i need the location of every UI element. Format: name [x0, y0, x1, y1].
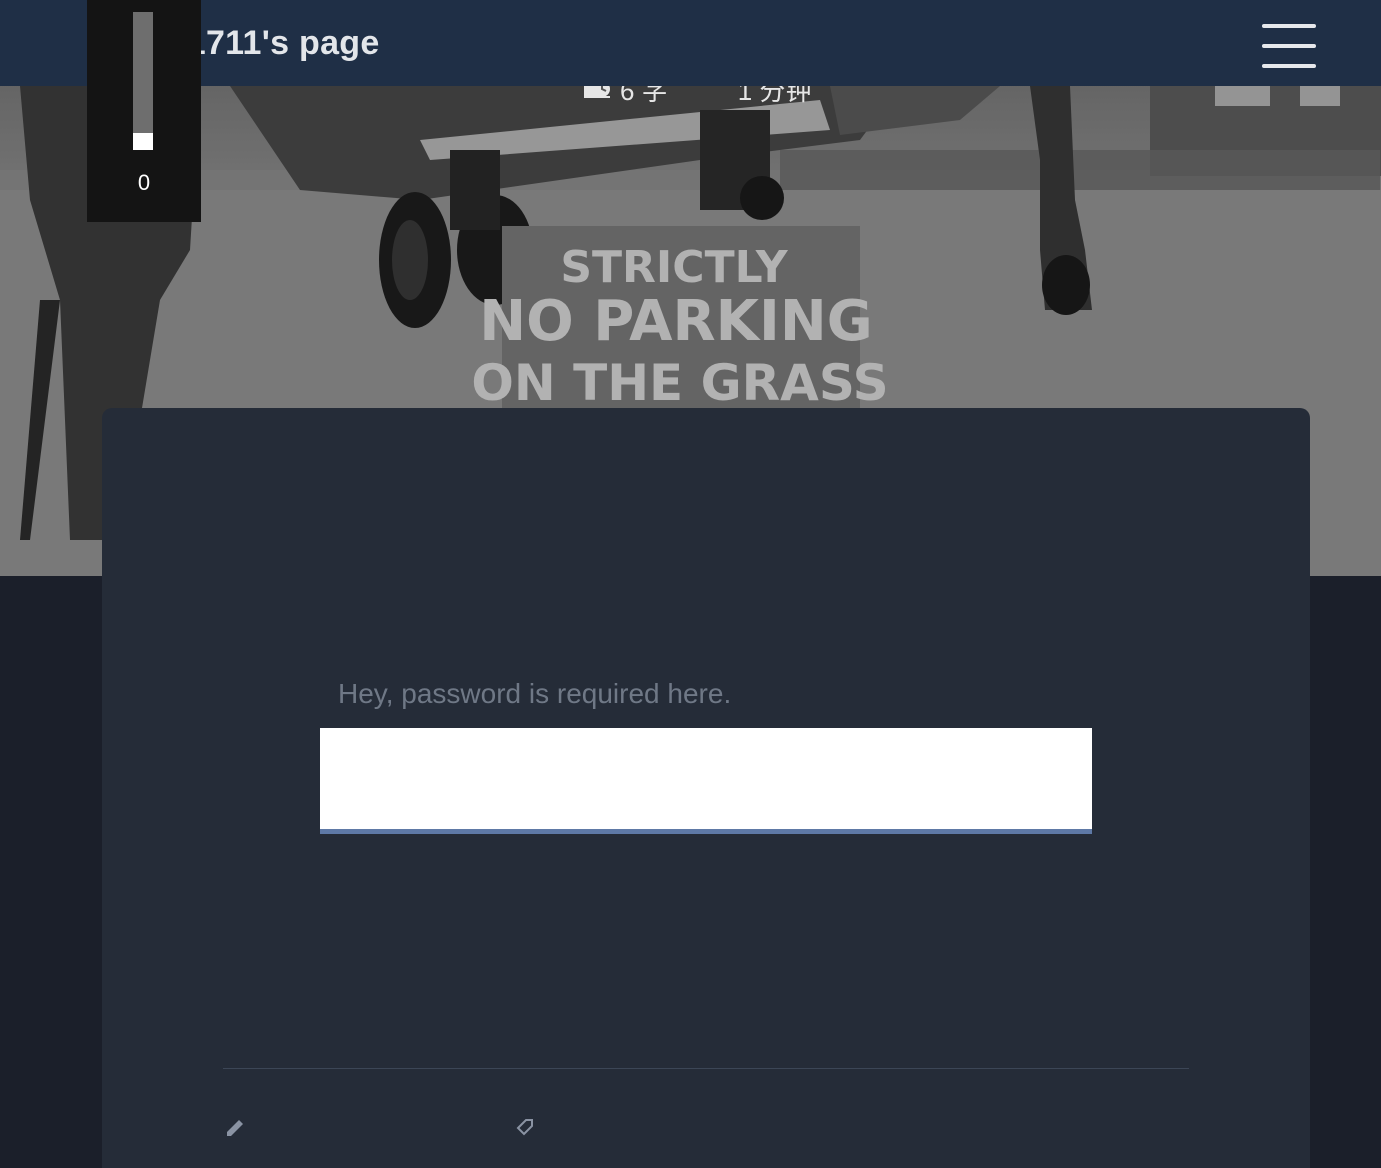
hamburger-menu-icon[interactable] — [1262, 24, 1316, 68]
edit-icon — [223, 1116, 245, 1136]
top-navbar: Brook1711's page — [0, 0, 1381, 86]
post-card: Hey, password is required here. — [102, 408, 1310, 1168]
divider — [223, 1068, 1189, 1069]
password-input[interactable] — [320, 728, 1092, 834]
password-prompt: Hey, password is required here. — [338, 678, 732, 709]
progress-bar — [133, 12, 153, 150]
reading-progress-widget: 0 — [87, 0, 201, 222]
progress-fill — [133, 133, 153, 150]
tag-icon — [512, 1116, 534, 1136]
progress-value: 0 — [137, 170, 151, 195]
